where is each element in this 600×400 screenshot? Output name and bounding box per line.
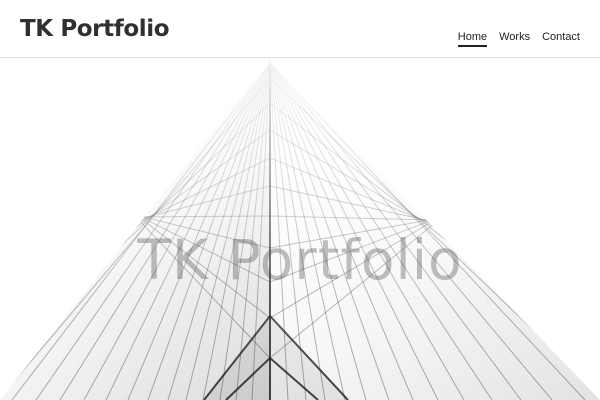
hero-section: TK Portfolio <box>0 58 600 400</box>
main-navigation: Home Works Contact <box>457 30 580 47</box>
nav-contact-link[interactable]: Contact <box>542 30 580 45</box>
site-header: TK Portfolio Home Works Contact <box>0 0 600 58</box>
portfolio-page: TK Portfolio Home Works Contact TK Portf… <box>0 0 600 400</box>
nav-works-link[interactable]: Works <box>499 30 530 45</box>
nav-home-link[interactable]: Home <box>457 30 488 47</box>
hero-title: TK Portfolio <box>137 228 463 292</box>
site-title[interactable]: TK Portfolio <box>20 15 169 43</box>
